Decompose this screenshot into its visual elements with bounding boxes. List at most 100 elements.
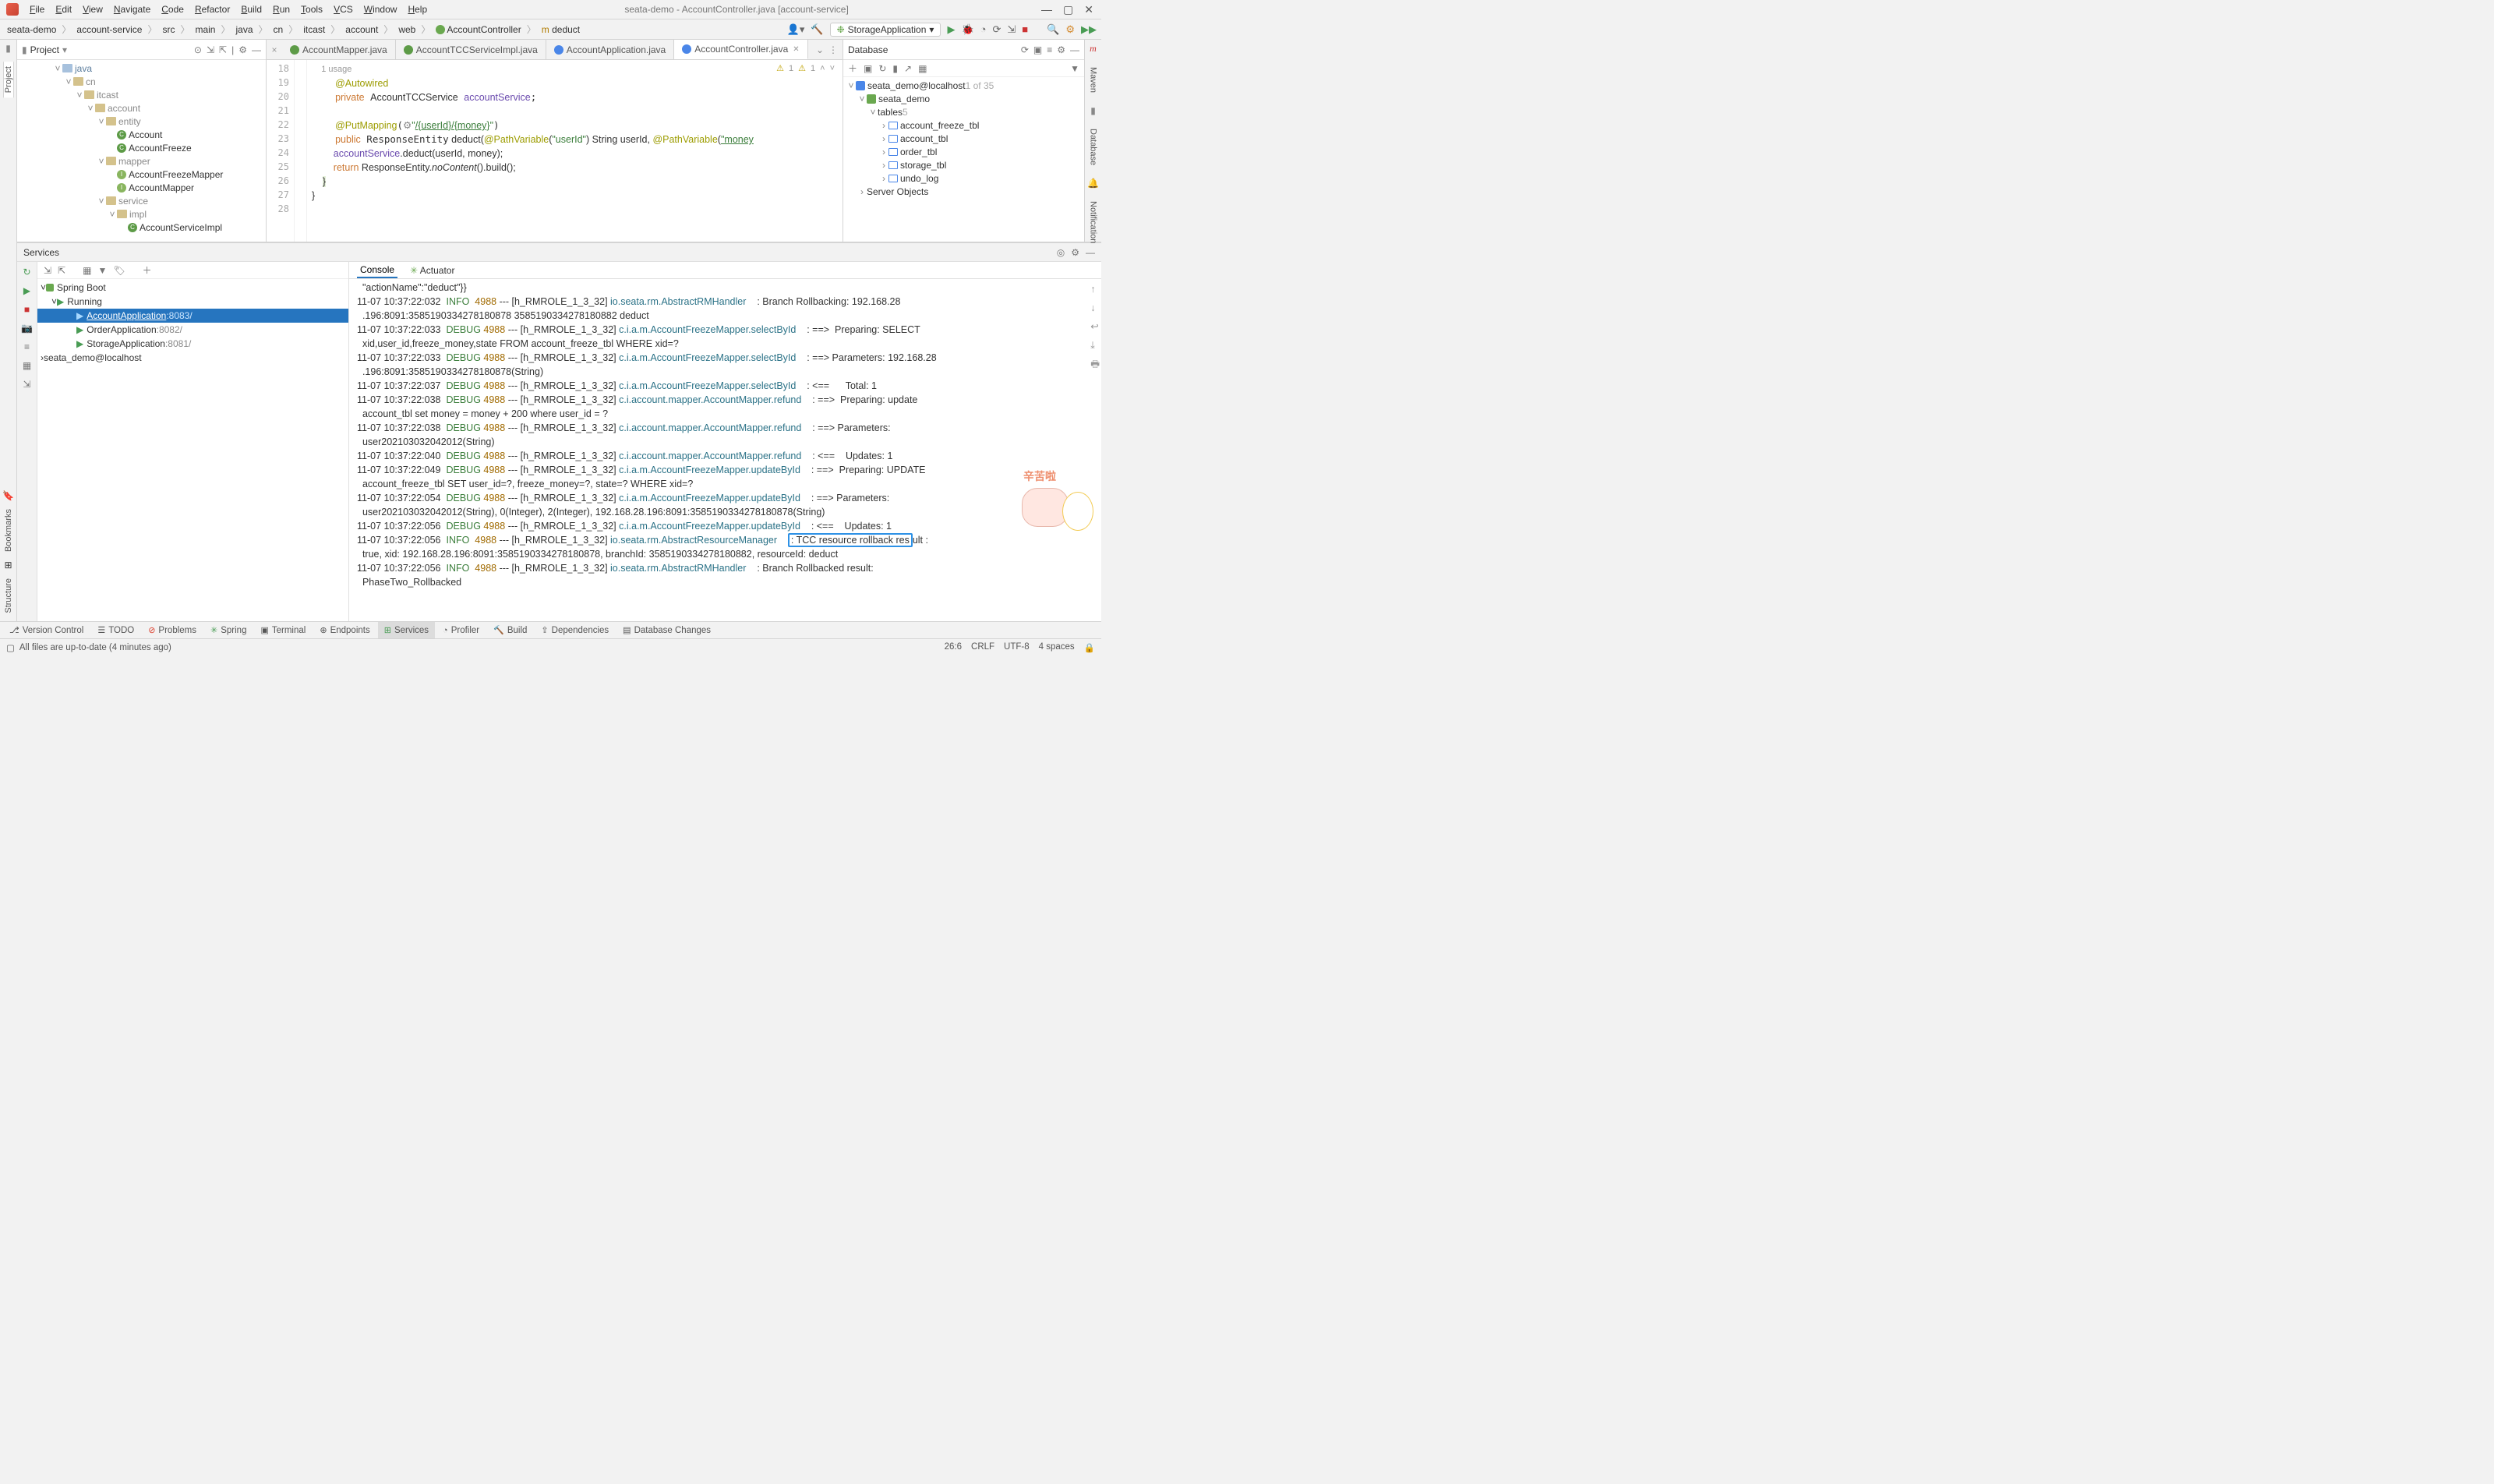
- group-icon[interactable]: ▦: [83, 265, 91, 276]
- new-icon[interactable]: ▣: [1033, 44, 1042, 55]
- editor-tab[interactable]: AccountController.java✕: [674, 40, 807, 59]
- expand-all-icon[interactable]: ⇲: [207, 44, 214, 55]
- bottom-tool-terminal[interactable]: ▣Terminal: [254, 622, 312, 638]
- gear-icon[interactable]: ⚙: [238, 44, 247, 55]
- menu-navigate[interactable]: Navigate: [109, 2, 155, 16]
- tree-node[interactable]: IAccountMapper: [17, 181, 266, 194]
- close-tab-icon[interactable]: ✕: [793, 45, 799, 54]
- menu-run[interactable]: Run: [268, 2, 295, 16]
- breadcrumb-item[interactable]: itcast: [301, 24, 327, 35]
- stop-icon[interactable]: ■: [1022, 23, 1028, 35]
- console-tab[interactable]: ✳ Actuator: [407, 263, 457, 277]
- run-app[interactable]: ▶StorageApplication :8081/: [37, 337, 348, 351]
- filter-icon[interactable]: ≡: [24, 341, 30, 352]
- close-icon[interactable]: ✕: [1084, 3, 1093, 16]
- project-tree[interactable]: ˅java˅cn˅itcast˅account˅entityCAccountCA…: [17, 60, 266, 242]
- breadcrumb-item[interactable]: account: [343, 24, 380, 35]
- tree-node[interactable]: ›storage_tbl: [843, 158, 1084, 171]
- code-area[interactable]: 1 usage @Autowired private AccountTCCSer…: [307, 60, 843, 242]
- console-output[interactable]: "actionName":"deduct"}}11-07 10:37:22:03…: [349, 279, 1101, 624]
- collapse-icon[interactable]: ⇱: [58, 265, 65, 276]
- chevron-down-icon[interactable]: ˅: [830, 64, 835, 73]
- tag-icon[interactable]: 🏷: [113, 265, 125, 276]
- breadcrumb-item[interactable]: java: [234, 24, 256, 35]
- tree-node[interactable]: ˅mapper: [17, 154, 266, 168]
- breadcrumb-item[interactable]: src: [160, 24, 177, 35]
- expand-icon[interactable]: ⇲: [44, 265, 51, 276]
- chevron-down-icon[interactable]: ▾: [62, 44, 67, 55]
- tree-node[interactable]: CAccountFreeze: [17, 141, 266, 154]
- tree-node[interactable]: ˅seata_demo@localhost 1 of 35: [843, 79, 1084, 92]
- profile-icon[interactable]: ⟳: [992, 23, 1001, 36]
- run-anything-icon[interactable]: ▶▶: [1081, 23, 1097, 36]
- maximize-icon[interactable]: ▢: [1063, 3, 1073, 16]
- breadcrumb-item[interactable]: cn: [271, 24, 286, 35]
- bottom-tool-profiler[interactable]: ◔Profiler: [436, 622, 486, 638]
- breadcrumb-item[interactable]: web: [396, 24, 418, 35]
- debug-icon[interactable]: 🐞: [961, 23, 973, 36]
- tree-node[interactable]: ›seata_demo@localhost: [37, 351, 348, 365]
- editor-tab[interactable]: AccountApplication.java: [546, 40, 674, 59]
- duplicate-icon[interactable]: ▣: [864, 63, 872, 74]
- diagram-icon[interactable]: ▦: [918, 63, 927, 74]
- refresh-icon[interactable]: ⟳: [1021, 44, 1029, 55]
- breadcrumb-item[interactable]: account-service: [74, 24, 144, 35]
- hide-icon[interactable]: —: [1086, 247, 1095, 258]
- tree-node[interactable]: ˅impl: [17, 207, 266, 221]
- menu-edit[interactable]: Edit: [51, 2, 76, 16]
- menu-tools[interactable]: Tools: [296, 2, 327, 16]
- chevron-up-icon[interactable]: ˄: [820, 64, 825, 73]
- database-tool-button[interactable]: Database: [1089, 124, 1098, 170]
- breadcrumb-item[interactable]: m deduct: [539, 24, 582, 35]
- tree-node[interactable]: ›order_tbl: [843, 145, 1084, 158]
- breadcrumb-item[interactable]: main: [193, 24, 217, 35]
- tree-node[interactable]: ˅itcast: [17, 88, 266, 101]
- tree-node[interactable]: ˅tables 5: [843, 105, 1084, 118]
- hide-icon[interactable]: —: [1070, 44, 1079, 55]
- gear-icon[interactable]: ⚙: [1057, 44, 1065, 55]
- run-app[interactable]: ▶OrderApplication :8082/: [37, 323, 348, 337]
- bottom-tool-services[interactable]: ⊞Services: [378, 622, 435, 638]
- menu-file[interactable]: File: [25, 2, 49, 16]
- tree-node[interactable]: ›Server Objects: [843, 185, 1084, 198]
- filter-icon[interactable]: ≡: [1047, 44, 1052, 55]
- run-app[interactable]: ▶AccountApplication :8083/: [37, 309, 348, 323]
- more-icon[interactable]: ⋮: [828, 44, 838, 55]
- bottom-tool-todo[interactable]: ☰TODO: [91, 622, 140, 638]
- bottom-tool-spring[interactable]: ✳Spring: [204, 622, 253, 638]
- tree-node[interactable]: ˅service: [17, 194, 266, 207]
- menu-code[interactable]: Code: [157, 2, 189, 16]
- menu-view[interactable]: View: [78, 2, 108, 16]
- build-icon[interactable]: 🔨: [811, 23, 823, 36]
- project-tool-button[interactable]: Project: [3, 62, 14, 97]
- user-icon[interactable]: 👤▾: [787, 23, 805, 36]
- bottom-tool-version-control[interactable]: ⎇Version Control: [3, 622, 90, 638]
- inspection-widget[interactable]: ⚠1 ⚠1 ˄ ˅: [776, 63, 835, 73]
- scroll-down-icon[interactable]: ↓: [1090, 301, 1100, 315]
- maven-tool-button[interactable]: Maven: [1089, 62, 1098, 97]
- bookmarks-tool-button[interactable]: Bookmarks: [4, 509, 13, 552]
- attach-icon[interactable]: ⇲: [1007, 23, 1016, 36]
- menu-build[interactable]: Build: [236, 2, 267, 16]
- camera-icon[interactable]: 📷: [21, 323, 33, 334]
- menu-help[interactable]: Help: [403, 2, 432, 16]
- filter-icon[interactable]: ▼: [1070, 63, 1079, 74]
- breadcrumb-item[interactable]: seata-demo: [5, 24, 58, 35]
- tree-node[interactable]: CAccount: [17, 128, 266, 141]
- filter-icon[interactable]: ▼: [97, 265, 107, 276]
- run-icon[interactable]: ▶: [23, 285, 30, 296]
- close-all-icon[interactable]: ×: [267, 44, 282, 55]
- add-icon[interactable]: ＋: [143, 263, 152, 277]
- tree-node[interactable]: ˅account: [17, 101, 266, 115]
- status-cell[interactable]: 4 spaces: [1039, 642, 1075, 653]
- layout-icon[interactable]: ▦: [23, 360, 31, 371]
- tree-node[interactable]: ˅java: [17, 62, 266, 75]
- sync-icon[interactable]: ↻: [878, 63, 886, 74]
- tree-node[interactable]: ›account_tbl: [843, 132, 1084, 145]
- settings-icon[interactable]: ◎: [1057, 247, 1065, 258]
- stop-icon[interactable]: ▮: [892, 63, 898, 74]
- structure-tool-button[interactable]: Structure: [4, 578, 13, 613]
- tree-node[interactable]: ˅cn: [17, 75, 266, 88]
- collapse-all-icon[interactable]: ⇱: [219, 44, 227, 55]
- console-tab[interactable]: Console: [357, 263, 397, 278]
